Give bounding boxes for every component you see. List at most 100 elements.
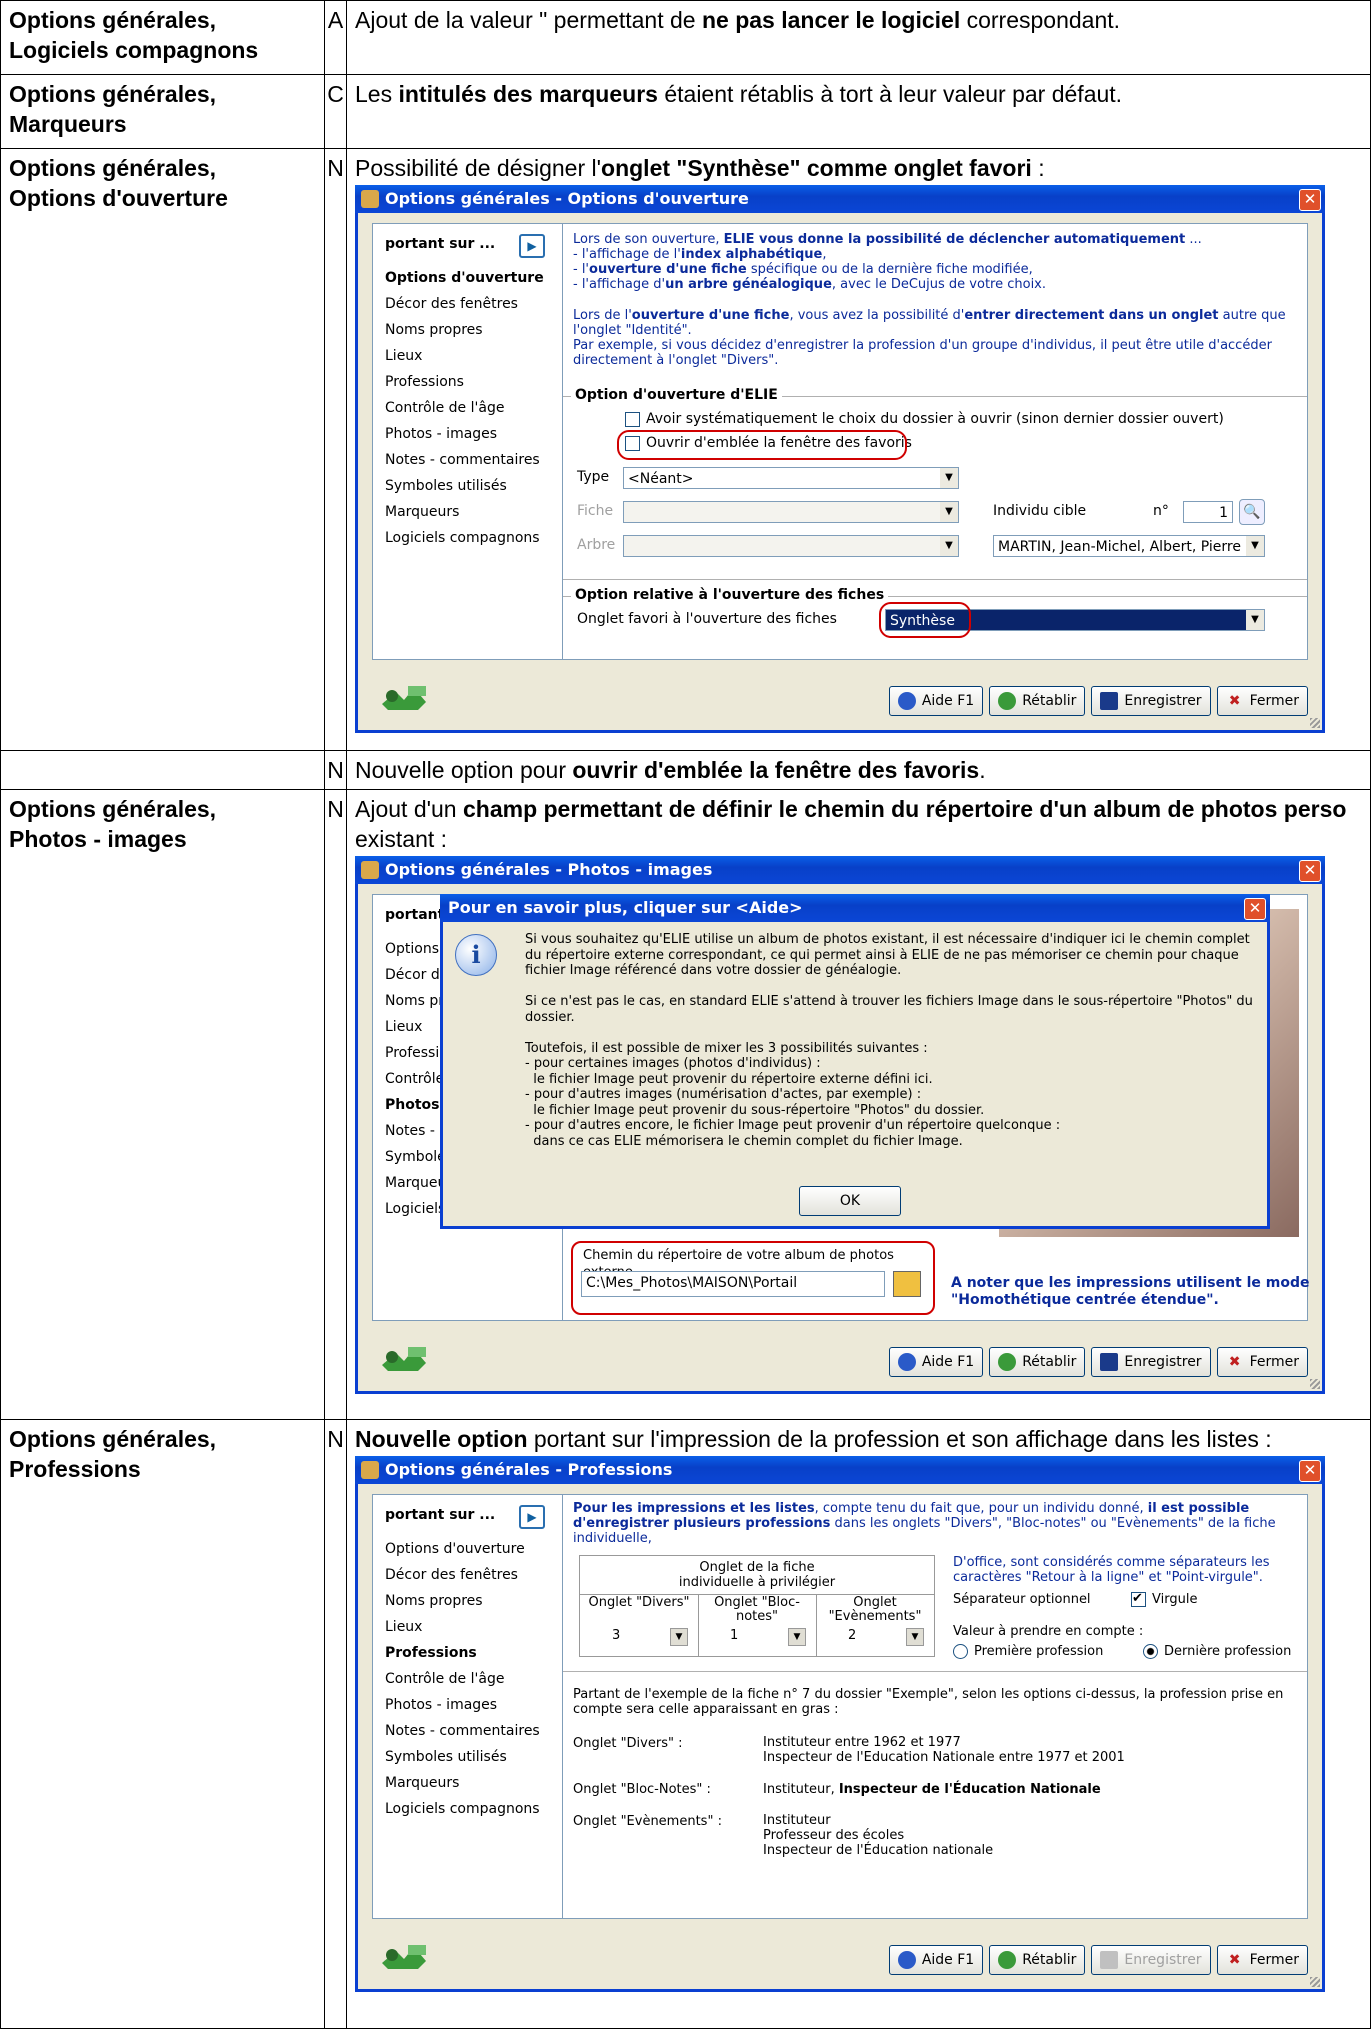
sidebar-item[interactable]: Symboles utilisés — [385, 1749, 507, 1766]
sidebar-item[interactable]: Professions — [385, 374, 464, 391]
sidebar-item[interactable]: Logiciels compagnons — [385, 530, 540, 547]
sidebar-item[interactable]: Contrôle de l'âge — [385, 400, 504, 417]
enregistrer-button[interactable]: Enregistrer — [1091, 1347, 1211, 1377]
close-icon[interactable]: ✕ — [1299, 189, 1321, 211]
desc-text: Possibilité de désigner l'onglet "Synthè… — [355, 155, 1045, 181]
help-icon — [897, 692, 916, 710]
retablir-button[interactable]: Rétablir — [989, 1347, 1086, 1377]
enregistrer-button[interactable]: Enregistrer — [1091, 1945, 1211, 1975]
sidebar: portant sur ... ▶ Options d'ouverture Déc… — [372, 223, 564, 660]
sidebar-item[interactable]: Marqueurs — [385, 1775, 459, 1792]
dialog-options-ouverture: Options générales - Options d'ouverture ✕… — [355, 185, 1325, 733]
group-legend: Option relative à l'ouverture des fiches — [571, 587, 889, 604]
onglet-priority-select[interactable]: 2 ▼ — [822, 1626, 928, 1646]
sidebar-item[interactable]: Lieux — [385, 348, 422, 365]
code-cell: N — [324, 750, 347, 790]
sidebar-item[interactable]: Noms propres — [385, 322, 483, 339]
play-icon[interactable]: ▶ — [519, 234, 545, 258]
sidebar-item[interactable]: Professions — [385, 1645, 477, 1662]
arbre-select[interactable]: ▼ — [623, 535, 959, 557]
dialog-title-bar: Options générales - Professions ✕ — [355, 1456, 1325, 1484]
resize-grip[interactable] — [1310, 1379, 1320, 1389]
close-icon[interactable]: ✕ — [1244, 898, 1266, 920]
sidebar-item[interactable]: Contrôle de l'âge — [385, 1671, 504, 1688]
checkbox-choix-dossier[interactable]: Avoir systématiquement le choix du dossi… — [625, 411, 1224, 428]
type-select[interactable]: <Néant> ▼ — [623, 467, 959, 489]
main-panel: Lors de son ouverture, ELIE vous donne l… — [562, 223, 1308, 660]
separator-label: Séparateur optionnel — [953, 1592, 1091, 1607]
highlight-oval — [617, 430, 907, 460]
resize-grip[interactable] — [1310, 1977, 1320, 1987]
radio-derniere[interactable]: Dernière profession — [1143, 1643, 1291, 1660]
button-label: Fermer — [1249, 1952, 1299, 1968]
sidebar-item[interactable]: Noms propres — [385, 1593, 483, 1610]
intro-text: Lors de son ouverture, ELIE vous donne l… — [573, 232, 1202, 292]
highlight-oval — [879, 602, 971, 638]
fiche-select[interactable]: ▼ — [623, 501, 959, 523]
resize-grip[interactable] — [1310, 718, 1320, 728]
search-person-icon[interactable]: 🔍 — [1239, 499, 1265, 525]
button-label: Enregistrer — [1124, 1354, 1202, 1370]
code-cell: N — [324, 1419, 347, 2029]
retablir-button[interactable]: Rétablir — [989, 1945, 1086, 1975]
sidebar-item[interactable]: Logiciels compagnons — [385, 1801, 540, 1818]
section-cell: Options générales, Photos - images — [0, 789, 325, 1420]
type-label: Type — [577, 469, 610, 485]
onglet-priority-select[interactable]: 1 ▼ — [704, 1626, 810, 1646]
elie-logo — [378, 1343, 430, 1373]
sidebar-item[interactable]: Notes - commentaires — [385, 452, 540, 469]
person-select[interactable]: MARTIN, Jean-Michel, Albert, Pierre ▼ — [993, 535, 1265, 557]
ok-button[interactable]: OK — [799, 1186, 901, 1216]
section-cell: Options générales, Logiciels compagnons — [0, 0, 325, 75]
sidebar-header: portant sur ... — [385, 236, 496, 252]
path-input[interactable]: C:\Mes_Photos\MAISON\Portail — [581, 1271, 885, 1297]
sidebar-item[interactable]: Photos - images — [385, 426, 497, 443]
button-label: Aide F1 — [921, 1354, 975, 1370]
virgule-checkbox[interactable]: Virgule — [1131, 1590, 1197, 1608]
sidebar-item[interactable]: Décor des fenêtres — [385, 1567, 518, 1584]
folder-icon[interactable] — [893, 1271, 921, 1297]
intro2-text: Lors de l'ouverture d'une fiche, vous av… — [573, 308, 1286, 368]
dialog-title-bar: Options générales - Photos - images ✕ — [355, 856, 1325, 884]
help-icon — [897, 1951, 916, 1969]
app-icon — [361, 861, 379, 879]
close-icon[interactable]: ✕ — [1299, 860, 1321, 882]
fermer-button[interactable]: ✖ Fermer — [1216, 1347, 1308, 1377]
close-icon[interactable]: ✕ — [1299, 1460, 1321, 1482]
sidebar-item[interactable]: Options d'ouverture — [385, 1541, 525, 1558]
sidebar-item[interactable]: Symboles utilisés — [385, 478, 507, 495]
button-label: Fermer — [1249, 1354, 1299, 1370]
sidebar-item[interactable]: Lieux — [385, 1019, 422, 1036]
save-icon — [1100, 1353, 1119, 1371]
aide-button[interactable]: Aide F1 — [888, 1945, 984, 1975]
radio-premiere[interactable]: Première profession — [953, 1643, 1103, 1660]
path-group: Chemin du répertoire de votre album de p… — [571, 1241, 935, 1315]
n-label: n° — [1153, 503, 1169, 519]
sidebar-item[interactable]: Décor des fenêtres — [385, 296, 518, 313]
sidebar-item[interactable]: Photos - images — [385, 1697, 497, 1714]
refresh-icon — [998, 692, 1017, 710]
button-label: Rétablir — [1022, 1952, 1077, 1968]
sidebar-item[interactable]: Marqueurs — [385, 504, 459, 521]
refresh-icon — [998, 1353, 1017, 1371]
enregistrer-button[interactable]: Enregistrer — [1091, 686, 1211, 716]
play-icon[interactable]: ▶ — [519, 1505, 545, 1529]
fermer-button[interactable]: ✖ Fermer — [1216, 686, 1308, 716]
code-cell: N — [324, 148, 347, 751]
code-cell: C — [324, 74, 347, 149]
retablir-button[interactable]: Rétablir — [989, 686, 1086, 716]
sidebar-item[interactable]: Notes - commentaires — [385, 1723, 540, 1740]
close-x-icon: ✖ — [1228, 1952, 1241, 1968]
aide-button[interactable]: Aide F1 — [888, 1347, 984, 1377]
fermer-button[interactable]: ✖ Fermer — [1216, 1945, 1308, 1975]
onglet-priority-select[interactable]: 3 ▼ — [586, 1626, 692, 1646]
button-label: Enregistrer — [1124, 1952, 1202, 1968]
sidebar-item[interactable]: Lieux — [385, 1619, 422, 1636]
group-ouverture: Option d'ouverture d'ELIE Avoir systémat… — [563, 387, 1307, 580]
save-icon — [1100, 1951, 1119, 1969]
aide-button[interactable]: Aide F1 — [888, 686, 984, 716]
n-input[interactable]: 1 — [1183, 501, 1233, 523]
close-x-icon: ✖ — [1228, 1354, 1241, 1370]
group-fiches: Option relative à l'ouverture des fiches… — [563, 587, 1307, 647]
sidebar-item[interactable]: Options d'ouverture — [385, 270, 544, 287]
